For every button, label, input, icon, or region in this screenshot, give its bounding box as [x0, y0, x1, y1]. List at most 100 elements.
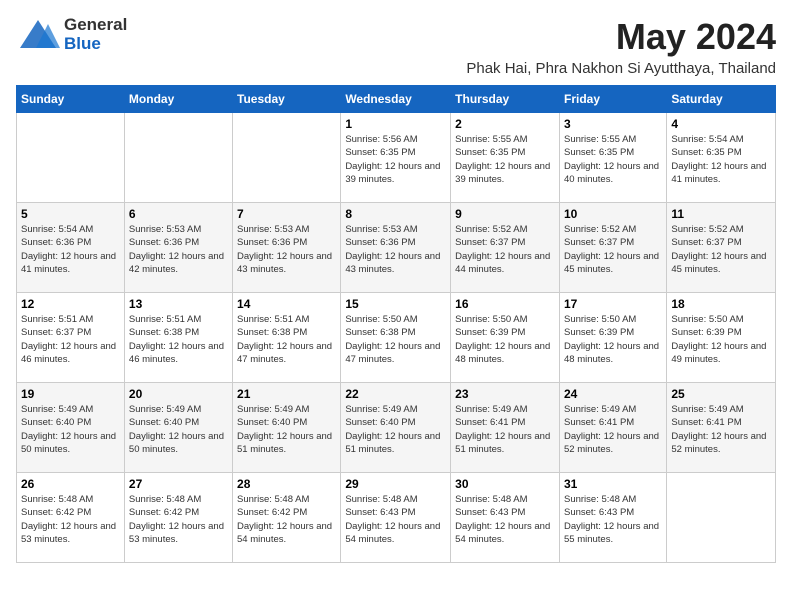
day-info: Sunrise: 5:51 AM Sunset: 6:37 PM Dayligh… [21, 313, 120, 366]
day-info: Sunrise: 5:49 AM Sunset: 6:41 PM Dayligh… [564, 403, 662, 456]
calendar-week-4: 19Sunrise: 5:49 AM Sunset: 6:40 PM Dayli… [17, 383, 776, 473]
calendar-header-tuesday: Tuesday [233, 86, 341, 113]
calendar-header-friday: Friday [559, 86, 666, 113]
day-number: 11 [671, 207, 771, 221]
calendar-week-3: 12 Sunrise: 5:51 AM Sunset: 6:37 PM Dayli… [17, 293, 776, 383]
calendar-cell: 13 Sunrise: 5:51 AM Sunset: 6:38 PM Dayli… [124, 293, 232, 383]
day-info: Sunrise: 5:48 AM Sunset: 6:43 PM Dayligh… [345, 493, 446, 546]
day-info: Sunrise: 5:48 AM Sunset: 6:43 PM Dayligh… [564, 493, 662, 546]
calendar-cell: 8Sunrise: 5:53 AM Sunset: 6:36 PM Daylig… [341, 203, 451, 293]
day-info: Sunrise: 5:48 AM Sunset: 6:42 PM Dayligh… [237, 493, 336, 546]
day-number: 31 [564, 477, 662, 491]
calendar-cell: 1 Sunrise: 5:56 AM Sunset: 6:35 PM Daylig… [341, 113, 451, 203]
day-info: Sunrise: 5:48 AM Sunset: 6:42 PM Dayligh… [21, 493, 120, 546]
day-number: 15 [345, 297, 446, 311]
calendar-week-2: 5Sunrise: 5:54 AM Sunset: 6:36 PM Daylig… [17, 203, 776, 293]
day-info: Sunrise: 5:48 AM Sunset: 6:42 PM Dayligh… [129, 493, 228, 546]
month-year: May 2024 [466, 16, 776, 58]
calendar-table: SundayMondayTuesdayWednesdayThursdayFrid… [16, 85, 776, 563]
calendar-cell [667, 473, 776, 563]
day-number: 16 [455, 297, 555, 311]
day-number: 26 [21, 477, 120, 491]
calendar-cell: 18 Sunrise: 5:50 AM Sunset: 6:39 PM Dayli… [667, 293, 776, 383]
day-info: Sunrise: 5:53 AM Sunset: 6:36 PM Dayligh… [237, 223, 336, 276]
calendar-header-thursday: Thursday [451, 86, 560, 113]
calendar-cell: 10 Sunrise: 5:52 AM Sunset: 6:37 PM Dayli… [559, 203, 666, 293]
calendar-cell: 7 Sunrise: 5:53 AM Sunset: 6:36 PM Daylig… [233, 203, 341, 293]
day-info: Sunrise: 5:56 AM Sunset: 6:35 PM Dayligh… [345, 133, 446, 186]
day-info: Sunrise: 5:52 AM Sunset: 6:37 PM Dayligh… [564, 223, 662, 276]
calendar-cell: 5Sunrise: 5:54 AM Sunset: 6:36 PM Daylig… [17, 203, 125, 293]
calendar-cell: 2 Sunrise: 5:55 AM Sunset: 6:35 PM Daylig… [451, 113, 560, 203]
calendar-week-5: 26 Sunrise: 5:48 AM Sunset: 6:42 PM Dayli… [17, 473, 776, 563]
day-number: 1 [345, 117, 446, 131]
day-info: Sunrise: 5:48 AM Sunset: 6:43 PM Dayligh… [455, 493, 555, 546]
day-info: Sunrise: 5:51 AM Sunset: 6:38 PM Dayligh… [129, 313, 228, 366]
day-number: 25 [671, 387, 771, 401]
day-info: Sunrise: 5:49 AM Sunset: 6:41 PM Dayligh… [671, 403, 771, 456]
day-info: Sunrise: 5:51 AM Sunset: 6:38 PM Dayligh… [237, 313, 336, 366]
calendar-cell: 11Sunrise: 5:52 AM Sunset: 6:37 PM Dayli… [667, 203, 776, 293]
logo-general: General [64, 16, 127, 35]
day-number: 12 [21, 297, 120, 311]
day-number: 9 [455, 207, 555, 221]
calendar-header-row: SundayMondayTuesdayWednesdayThursdayFrid… [17, 86, 776, 113]
calendar-cell: 16 Sunrise: 5:50 AM Sunset: 6:39 PM Dayli… [451, 293, 560, 383]
day-info: Sunrise: 5:52 AM Sunset: 6:37 PM Dayligh… [455, 223, 555, 276]
calendar-cell [17, 113, 125, 203]
logo: General Blue [16, 16, 127, 53]
day-number: 3 [564, 117, 662, 131]
logo-icon [16, 18, 60, 52]
calendar-header-wednesday: Wednesday [341, 86, 451, 113]
day-info: Sunrise: 5:53 AM Sunset: 6:36 PM Dayligh… [345, 223, 446, 276]
calendar-header-monday: Monday [124, 86, 232, 113]
day-number: 21 [237, 387, 336, 401]
day-info: Sunrise: 5:50 AM Sunset: 6:39 PM Dayligh… [455, 313, 555, 366]
day-info: Sunrise: 5:49 AM Sunset: 6:40 PM Dayligh… [21, 403, 120, 456]
day-number: 4 [671, 117, 771, 131]
location: Phak Hai, Phra Nakhon Si Ayutthaya, Thai… [466, 60, 776, 77]
day-number: 29 [345, 477, 446, 491]
day-number: 17 [564, 297, 662, 311]
day-number: 7 [237, 207, 336, 221]
day-info: Sunrise: 5:49 AM Sunset: 6:40 PM Dayligh… [129, 403, 228, 456]
calendar-cell: 23 Sunrise: 5:49 AM Sunset: 6:41 PM Dayli… [451, 383, 560, 473]
day-number: 2 [455, 117, 555, 131]
day-number: 24 [564, 387, 662, 401]
day-info: Sunrise: 5:50 AM Sunset: 6:39 PM Dayligh… [564, 313, 662, 366]
day-info: Sunrise: 5:49 AM Sunset: 6:40 PM Dayligh… [345, 403, 446, 456]
calendar-cell: 24 Sunrise: 5:49 AM Sunset: 6:41 PM Dayli… [559, 383, 666, 473]
day-number: 13 [129, 297, 228, 311]
calendar-cell [233, 113, 341, 203]
calendar-cell: 12 Sunrise: 5:51 AM Sunset: 6:37 PM Dayli… [17, 293, 125, 383]
calendar-cell: 31 Sunrise: 5:48 AM Sunset: 6:43 PM Dayli… [559, 473, 666, 563]
day-number: 6 [129, 207, 228, 221]
day-number: 22 [345, 387, 446, 401]
day-info: Sunrise: 5:50 AM Sunset: 6:39 PM Dayligh… [671, 313, 771, 366]
day-number: 14 [237, 297, 336, 311]
calendar-cell: 30Sunrise: 5:48 AM Sunset: 6:43 PM Dayli… [451, 473, 560, 563]
calendar-cell: 25 Sunrise: 5:49 AM Sunset: 6:41 PM Dayli… [667, 383, 776, 473]
day-info: Sunrise: 5:55 AM Sunset: 6:35 PM Dayligh… [455, 133, 555, 186]
calendar-body: 1 Sunrise: 5:56 AM Sunset: 6:35 PM Daylig… [17, 113, 776, 563]
day-info: Sunrise: 5:54 AM Sunset: 6:35 PM Dayligh… [671, 133, 771, 186]
calendar-cell: 19Sunrise: 5:49 AM Sunset: 6:40 PM Dayli… [17, 383, 125, 473]
calendar-cell: 15Sunrise: 5:50 AM Sunset: 6:38 PM Dayli… [341, 293, 451, 383]
day-number: 10 [564, 207, 662, 221]
calendar-cell: 28 Sunrise: 5:48 AM Sunset: 6:42 PM Dayli… [233, 473, 341, 563]
logo-blue: Blue [64, 35, 127, 54]
day-info: Sunrise: 5:55 AM Sunset: 6:35 PM Dayligh… [564, 133, 662, 186]
day-info: Sunrise: 5:49 AM Sunset: 6:41 PM Dayligh… [455, 403, 555, 456]
day-number: 23 [455, 387, 555, 401]
day-number: 18 [671, 297, 771, 311]
calendar-cell: 21 Sunrise: 5:49 AM Sunset: 6:40 PM Dayli… [233, 383, 341, 473]
calendar-cell: 29 Sunrise: 5:48 AM Sunset: 6:43 PM Dayli… [341, 473, 451, 563]
calendar-cell: 26 Sunrise: 5:48 AM Sunset: 6:42 PM Dayli… [17, 473, 125, 563]
calendar-cell: 20Sunrise: 5:49 AM Sunset: 6:40 PM Dayli… [124, 383, 232, 473]
day-info: Sunrise: 5:49 AM Sunset: 6:40 PM Dayligh… [237, 403, 336, 456]
calendar-week-1: 1 Sunrise: 5:56 AM Sunset: 6:35 PM Daylig… [17, 113, 776, 203]
day-number: 28 [237, 477, 336, 491]
day-info: Sunrise: 5:53 AM Sunset: 6:36 PM Dayligh… [129, 223, 228, 276]
title-section: May 2024 Phak Hai, Phra Nakhon Si Ayutth… [466, 16, 776, 77]
calendar-cell [124, 113, 232, 203]
